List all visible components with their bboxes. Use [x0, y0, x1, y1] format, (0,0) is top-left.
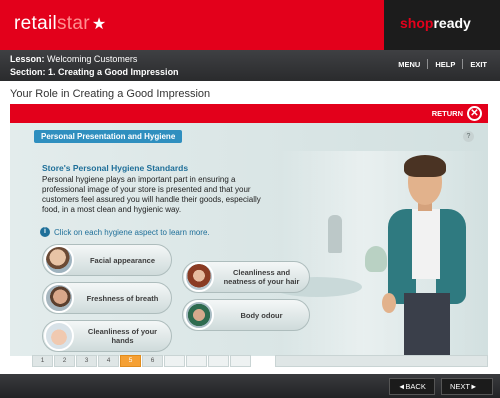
- topic-tab: Personal Presentation and Hygiene: [34, 130, 183, 143]
- hint-text: Click on each hygiene aspect to learn mo…: [54, 227, 210, 237]
- aspect-facial-appearance[interactable]: Facial appearance: [42, 244, 172, 276]
- info-icon: i: [40, 227, 50, 237]
- retailstar-logo: retailstar ★: [14, 13, 107, 35]
- help-button[interactable]: HELP: [428, 60, 462, 69]
- aspect-label: Body odour: [240, 310, 283, 320]
- content-panel: Personal Presentation and Hygiene ? Stor…: [10, 123, 488, 356]
- man-hand: [382, 293, 396, 313]
- lesson-line: Lesson: Welcoming Customers: [10, 54, 137, 64]
- lesson-bar: Lesson: Welcoming Customers Section: 1. …: [0, 50, 500, 81]
- help-icon[interactable]: ?: [463, 131, 474, 142]
- page-button-3[interactable]: 3: [76, 355, 97, 367]
- logo-text-2: star: [56, 13, 90, 34]
- aspect-label: Facial appearance: [89, 255, 156, 265]
- section-label: Section:: [10, 67, 46, 77]
- star-icon: ★: [91, 16, 107, 33]
- brand-bar: retailstar ★ shopready: [0, 0, 500, 50]
- aspect-label: Freshness of breath: [86, 293, 159, 303]
- lesson-label: Lesson:: [10, 54, 45, 64]
- page-title: Your Role in Creating a Good Impression: [10, 88, 211, 100]
- page-slot-empty: [186, 355, 207, 367]
- partner-text-2: ready: [433, 15, 471, 31]
- page-slot-empty: [230, 355, 251, 367]
- aspect-freshness-of-breath[interactable]: Freshness of breath: [42, 282, 172, 314]
- body-text: Personal hygiene plays an important part…: [42, 175, 261, 214]
- man-shirt: [412, 209, 440, 279]
- lesson-title: Welcoming Customers: [47, 54, 138, 64]
- page-button-6[interactable]: 6: [142, 355, 163, 367]
- logo-text-1: retail: [14, 13, 57, 34]
- page-button-1[interactable]: 1: [32, 355, 53, 367]
- return-label: RETURN: [431, 109, 463, 118]
- page-slot-empty: [164, 355, 185, 367]
- aspect-label: Cleanliness of your hands: [87, 327, 158, 345]
- section-line: Section: 1. Creating a Good Impression: [10, 67, 179, 77]
- section-title: 1. Creating a Good Impression: [48, 67, 179, 77]
- hands-photo-icon: [44, 321, 74, 351]
- next-button[interactable]: NEXT►: [441, 378, 493, 395]
- app-window: retailstar ★ shopready Lesson: Welcoming …: [0, 0, 500, 398]
- breath-photo-icon: [44, 283, 74, 313]
- exit-button[interactable]: EXIT: [463, 60, 494, 69]
- shopready-logo: shopready: [400, 15, 471, 31]
- man-illustration: [382, 153, 482, 356]
- close-icon[interactable]: ✕: [467, 106, 482, 121]
- aspect-cleanliness-of-hands[interactable]: Cleanliness of your hands: [42, 320, 172, 352]
- return-bar: RETURN ✕: [10, 104, 488, 123]
- partner-logo-box: shopready: [384, 0, 500, 50]
- man-legs: [404, 293, 450, 356]
- top-nav: MENU HELP EXIT: [391, 59, 494, 69]
- aspect-body-odour[interactable]: Body odour: [182, 299, 310, 331]
- man-hair: [404, 155, 446, 177]
- instruction-hint: i Click on each hygiene aspect to learn …: [40, 227, 210, 237]
- page-slot-empty: [208, 355, 229, 367]
- page-button-4[interactable]: 4: [98, 355, 119, 367]
- face-photo-icon: [44, 245, 74, 275]
- page-button-2[interactable]: 2: [54, 355, 75, 367]
- footer-bar: ◄BACK NEXT►: [0, 374, 500, 398]
- pager-track: [275, 355, 488, 367]
- aspect-label: Cleanliness and neatness of your hair: [223, 268, 300, 286]
- background-person-illustration: [328, 215, 342, 253]
- hair-photo-icon: [184, 262, 214, 292]
- body-odour-photo-icon: [184, 300, 214, 330]
- page-button-5[interactable]: 5: [120, 355, 141, 367]
- man-jacket-right: [436, 209, 466, 304]
- aspect-cleanliness-of-hair[interactable]: Cleanliness and neatness of your hair: [182, 261, 310, 293]
- back-button[interactable]: ◄BACK: [389, 378, 435, 395]
- menu-button[interactable]: MENU: [391, 60, 427, 69]
- partner-text-1: shop: [400, 15, 434, 31]
- page-navigator: 1 2 3 4 5 6: [32, 355, 252, 367]
- return-button[interactable]: RETURN ✕: [432, 106, 482, 121]
- section-heading: Store's Personal Hygiene Standards: [42, 163, 189, 173]
